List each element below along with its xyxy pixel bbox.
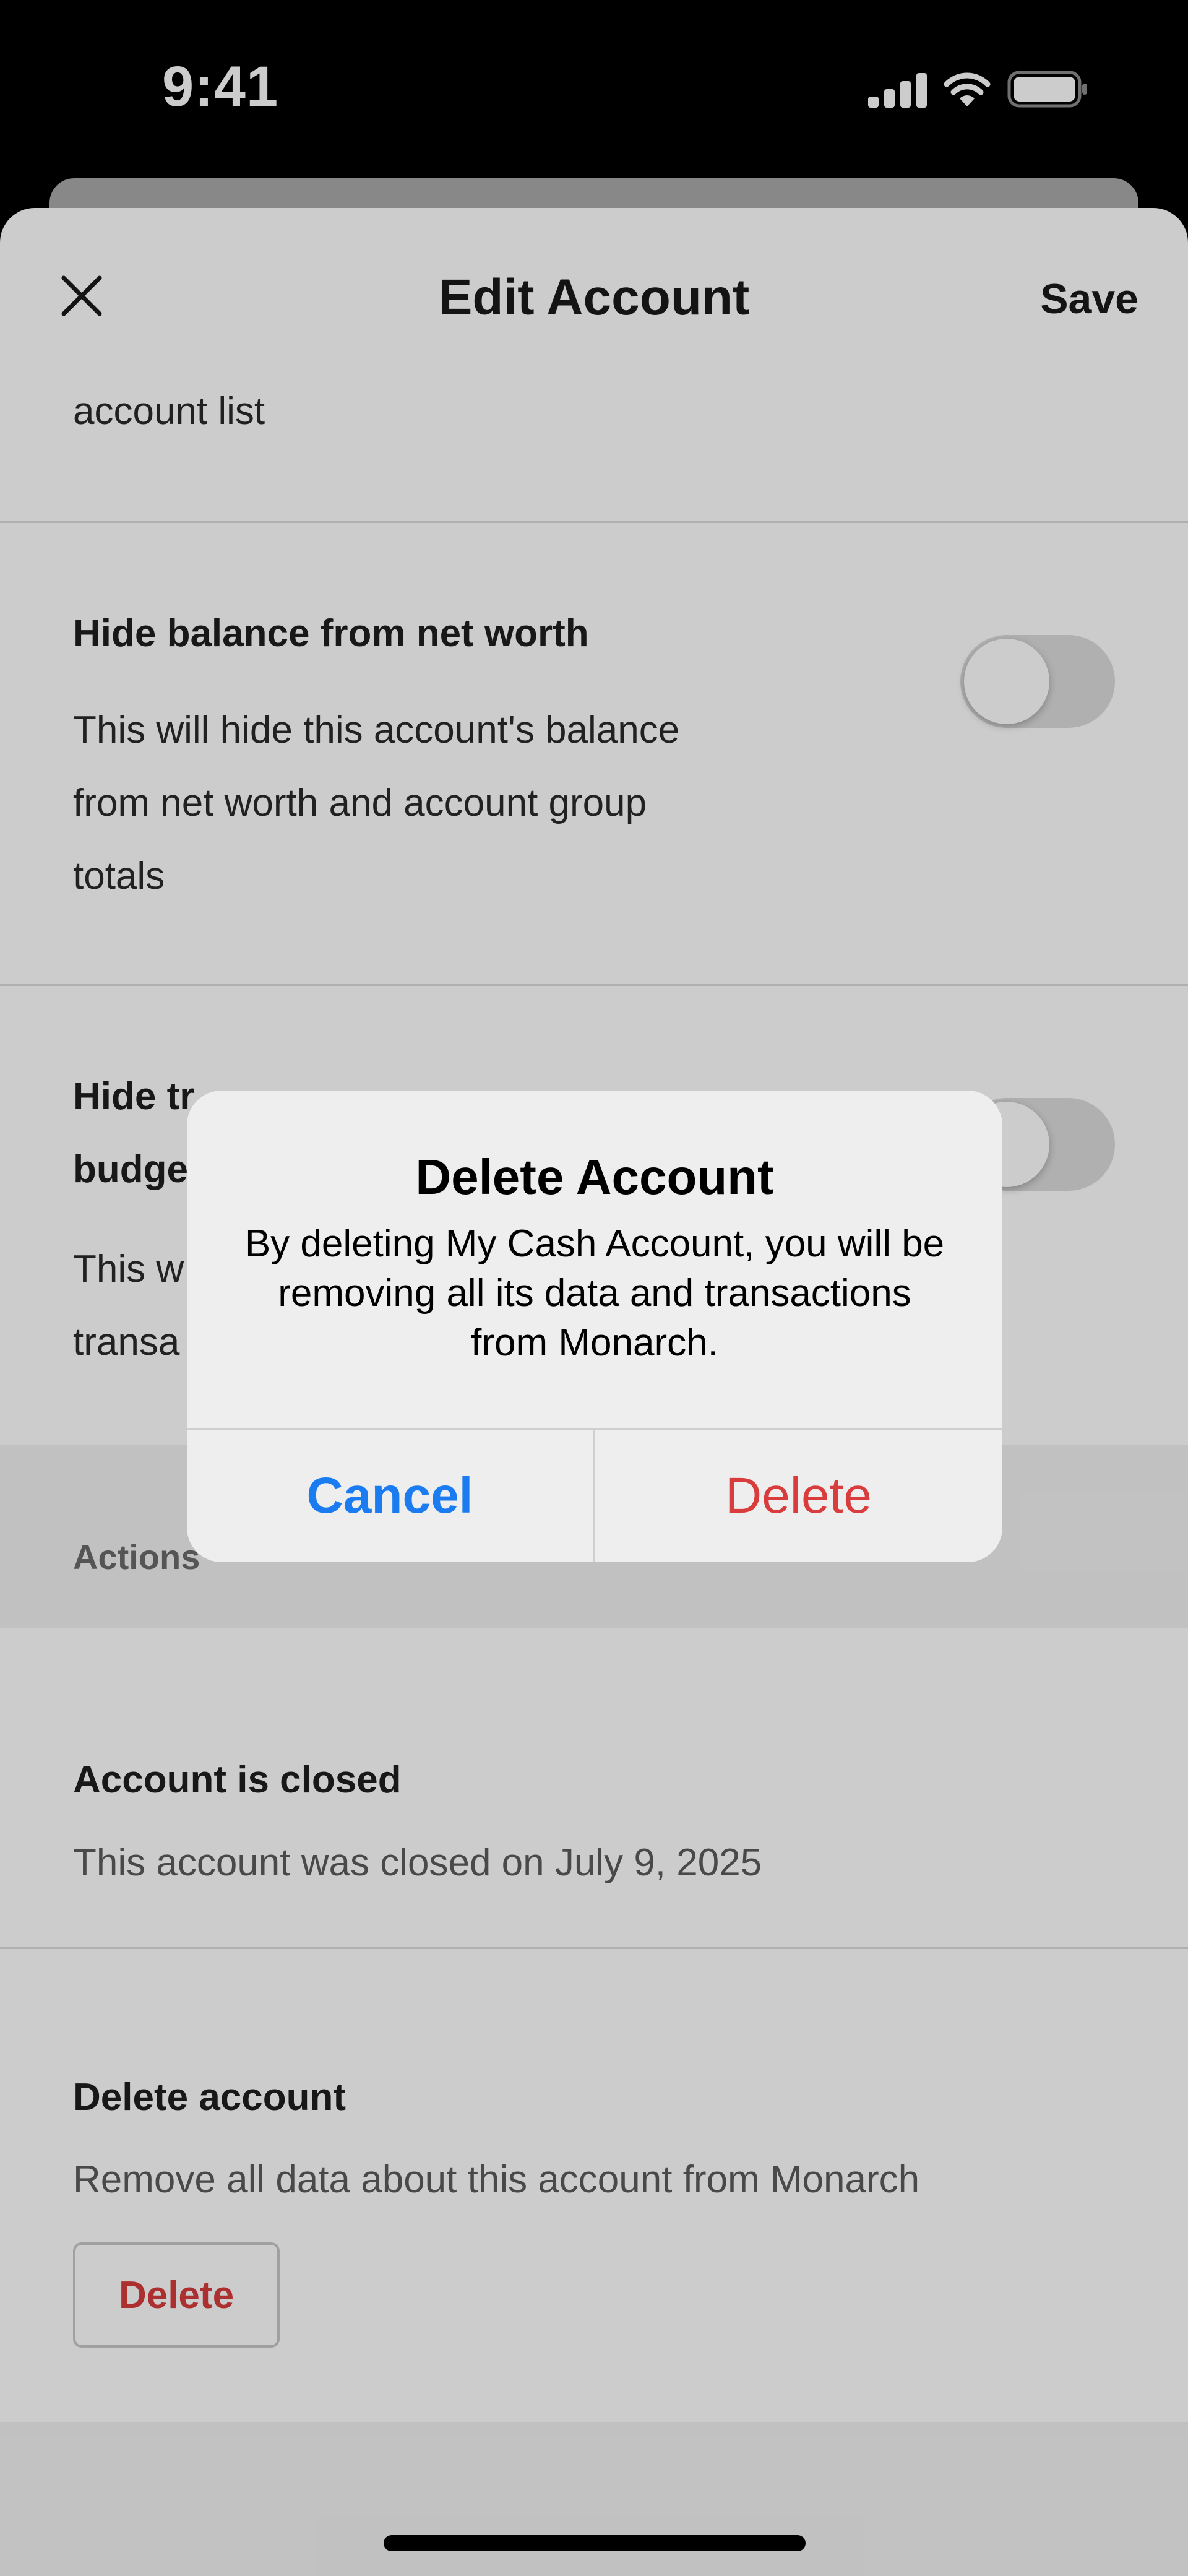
dialog-message: By deleting My Cash Account, you will be…: [244, 1222, 945, 1364]
dialog-title: Delete Account: [415, 1149, 774, 1204]
home-indicator[interactable]: [384, 2535, 806, 2551]
dialog-delete-button[interactable]: Delete: [595, 1430, 1002, 1562]
delete-account-dialog: Delete Account By deleting My Cash Accou…: [187, 1091, 1002, 1562]
dialog-cancel-button[interactable]: Cancel: [187, 1430, 593, 1562]
